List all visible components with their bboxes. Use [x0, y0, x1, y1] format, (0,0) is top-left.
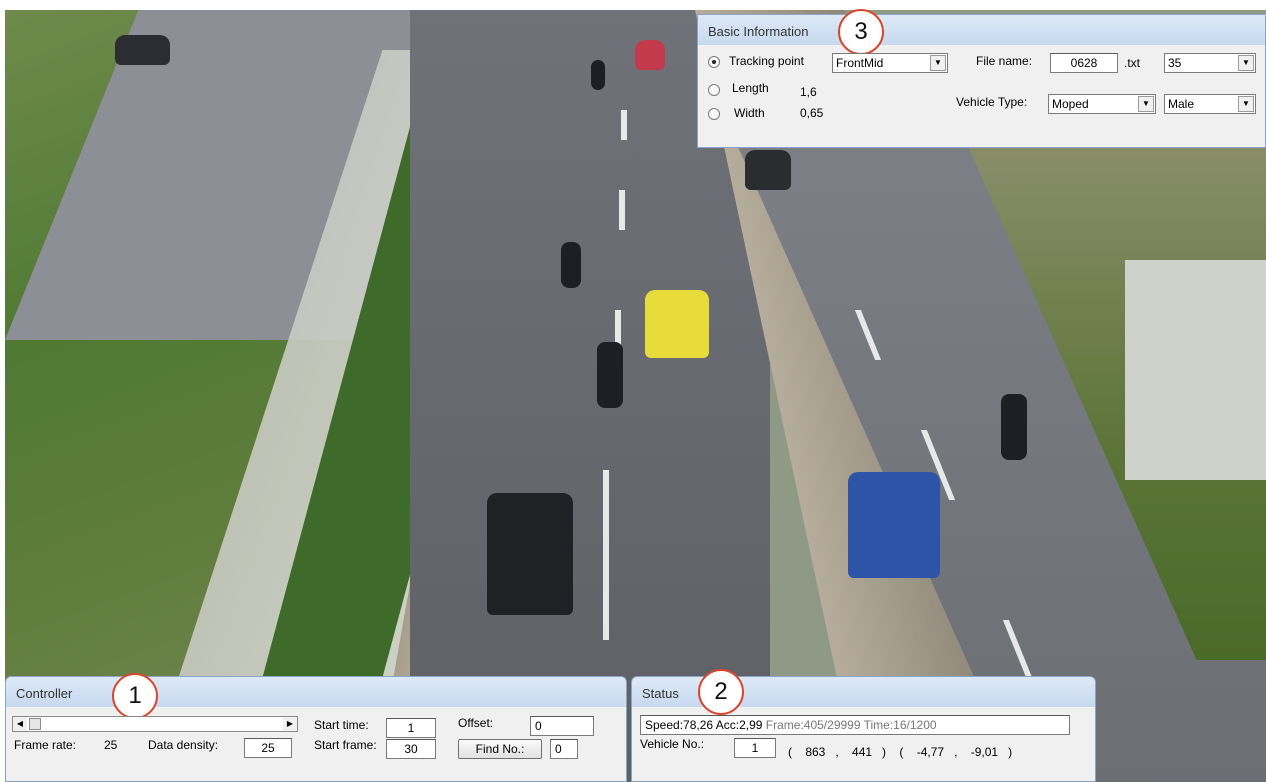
callout-badge-1: 1 — [112, 673, 158, 719]
scene-right-wall — [1125, 260, 1266, 480]
car-dark — [745, 150, 791, 190]
width-label: Width — [734, 106, 765, 120]
frame-time-readout: Frame:405/29999 Time:16/1200 — [765, 718, 937, 732]
gender-value: Male — [1168, 97, 1195, 111]
width-radio[interactable] — [708, 108, 720, 120]
length-value: 1,6 — [800, 85, 817, 99]
coordinates-readout: ( 863 , 441 ) ( -4,77 , -9,01 ) — [788, 745, 1013, 759]
width-value: 0,65 — [800, 106, 824, 120]
data-density-input[interactable]: 25 — [244, 738, 292, 758]
vehicle-type-select[interactable]: Moped ▼ — [1048, 94, 1156, 114]
chevron-down-icon[interactable]: ▼ — [1138, 96, 1154, 112]
file-name-label: File name: — [976, 54, 1033, 68]
vehicle-type-label: Vehicle Type: — [956, 95, 1028, 109]
length-label: Length — [732, 81, 769, 95]
moped-rider — [1001, 394, 1027, 460]
car-blue — [848, 472, 940, 578]
lane-marking — [619, 190, 625, 230]
chevron-down-icon[interactable]: ▼ — [1238, 96, 1254, 112]
file-extension-label: .txt — [1124, 56, 1141, 70]
find-number-input[interactable]: 0 — [550, 739, 578, 759]
file-name-input[interactable]: 0628 — [1050, 53, 1118, 73]
data-density-label: Data density: — [148, 738, 219, 752]
vehicle-type-value: Moped — [1052, 97, 1089, 111]
tracking-point-label: Tracking point — [729, 54, 804, 68]
car-black — [487, 493, 573, 615]
moped-rider — [561, 242, 581, 288]
length-radio[interactable] — [708, 84, 720, 96]
chevron-down-icon[interactable]: ▼ — [930, 55, 946, 71]
offset-label: Offset: — [458, 716, 494, 730]
basic-information-panel: Basic Information 3 Tracking point Front… — [697, 9, 1266, 148]
scroll-left-icon[interactable]: ◀ — [13, 717, 27, 731]
callout-badge-3: 3 — [838, 9, 884, 55]
tracking-point-select[interactable]: FrontMid ▼ — [832, 53, 948, 73]
tracking-point-radio[interactable] — [708, 56, 720, 68]
gender-select[interactable]: Male ▼ — [1164, 94, 1256, 114]
controller-panel: Controller 1 ◀ ▶ Frame rate: 25 Data den… — [5, 673, 627, 782]
controller-title: Controller — [16, 686, 73, 701]
lane-marking — [603, 470, 609, 640]
status-title: Status — [642, 686, 679, 701]
start-time-label: Start time: — [314, 718, 369, 732]
start-frame-label: Start frame: — [314, 738, 377, 752]
file-number-value: 35 — [1168, 56, 1182, 70]
speed-acc-readout: Speed:78,26 Acc:2,99 — [645, 718, 763, 732]
tracking-point-value: FrontMid — [836, 56, 884, 70]
moped-rider — [591, 60, 605, 90]
car-yellow — [645, 290, 709, 358]
callout-badge-2: 2 — [698, 669, 744, 715]
file-number-select[interactable]: 35 ▼ — [1164, 53, 1256, 73]
frame-scrollbar[interactable]: ◀ ▶ — [12, 716, 298, 732]
scroll-thumb[interactable] — [29, 718, 41, 730]
vehicle-no-label: Vehicle No.: — [640, 737, 705, 751]
scroll-right-icon[interactable]: ▶ — [283, 717, 297, 731]
frame-rate-label: Frame rate: — [14, 738, 77, 752]
find-number-button[interactable]: Find No.: — [458, 739, 542, 759]
car-parked — [115, 35, 170, 65]
moped-rider — [597, 342, 623, 408]
start-frame-input[interactable]: 30 — [386, 739, 436, 759]
chevron-down-icon[interactable]: ▼ — [1238, 55, 1254, 71]
status-panel: Status 2 Speed:78,26 Acc:2,99 Frame:405/… — [631, 669, 1096, 782]
controller-header: Controller — [6, 677, 626, 707]
lane-marking — [621, 110, 627, 140]
frame-rate-value: 25 — [104, 738, 118, 752]
vehicle-no-input[interactable]: 1 — [734, 738, 776, 758]
basic-information-title: Basic Information — [708, 24, 809, 39]
offset-input[interactable]: 0 — [530, 716, 594, 736]
car-red — [635, 40, 665, 70]
status-readout: Speed:78,26 Acc:2,99 Frame:405/29999 Tim… — [640, 715, 1070, 735]
start-time-input[interactable]: 1 — [386, 718, 436, 738]
basic-information-header: Basic Information — [698, 15, 1265, 45]
